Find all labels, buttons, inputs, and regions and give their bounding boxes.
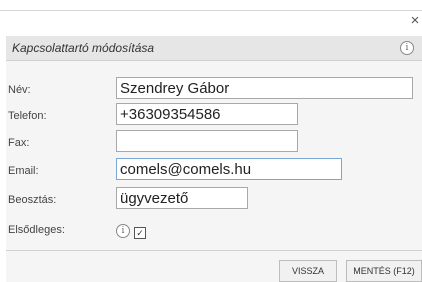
info-icon[interactable]: i [400,41,414,55]
dialog-title: Kapcsolattartó módosítása [12,41,155,55]
phone-label: Telefon: [8,110,47,122]
primary-label: Elsődleges: [8,224,65,236]
name-input[interactable] [116,77,413,99]
email-label: Email: [8,165,39,177]
footer-divider [6,250,422,251]
back-button[interactable]: VISSZA [279,260,337,282]
top-divider [0,10,422,11]
position-input[interactable] [116,187,248,209]
primary-info-icon[interactable]: i [116,224,130,238]
dialog-header: Kapcsolattartó módosítása i [6,36,422,61]
email-input[interactable] [116,158,342,180]
fax-input[interactable] [116,130,298,152]
close-icon[interactable]: × [408,13,422,28]
name-label: Név: [8,84,31,96]
edit-contact-dialog: Kapcsolattartó módosítása i Név: Telefon… [6,36,422,282]
phone-input[interactable] [116,103,298,125]
primary-checkbox[interactable]: ✓ [134,227,146,239]
save-button[interactable]: MENTÉS (F12) [346,260,422,282]
position-label: Beosztás: [8,194,57,206]
fax-label: Fax: [8,137,30,149]
